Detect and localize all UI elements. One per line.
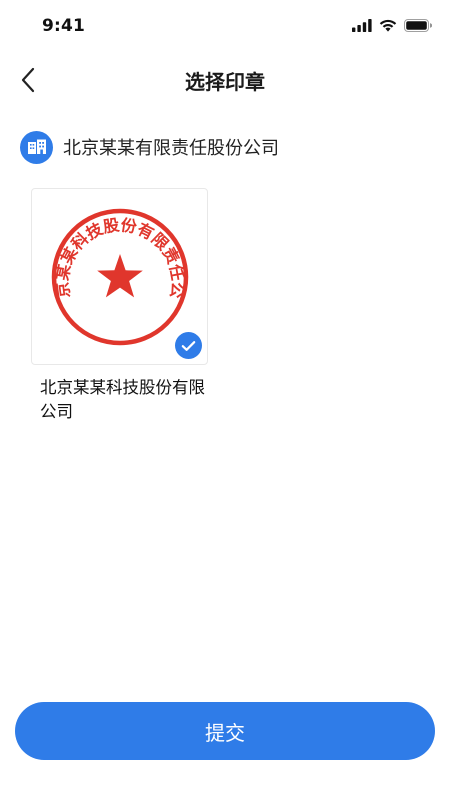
wifi-icon: [379, 19, 397, 32]
page-title: 选择印章: [185, 70, 265, 94]
company-name: 北京某某有限责任股份公司: [63, 138, 279, 159]
selected-badge: [175, 332, 202, 359]
company-seal-image: 北京某某科技股份有限责任公司: [49, 206, 189, 346]
status-bar: 9:41: [0, 0, 450, 54]
nav-bar: 选择印章: [0, 54, 450, 106]
cellular-signal-icon: [352, 19, 372, 32]
battery-icon: [404, 19, 432, 32]
status-time: 9:41: [42, 16, 86, 36]
check-icon: [181, 340, 196, 351]
status-icons: [352, 19, 432, 32]
company-row: 北京某某有限责任股份公司: [20, 130, 279, 164]
building-icon: [20, 130, 53, 164]
seal-name: 北京某某科技股份有限公司: [40, 378, 205, 421]
submit-button[interactable]: 提交: [15, 702, 435, 760]
seal-card[interactable]: 北京某某科技股份有限责任公司: [31, 188, 208, 365]
